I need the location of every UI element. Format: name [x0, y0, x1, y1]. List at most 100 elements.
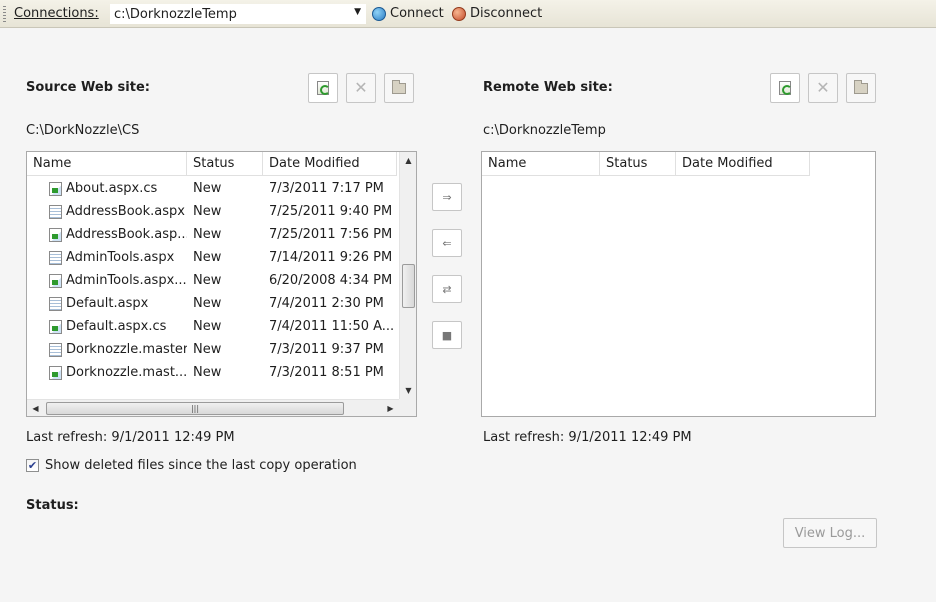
table-row[interactable]: Default.aspx.cs New 7/4/2011 11:50 A...	[27, 315, 397, 338]
copy-left-button[interactable]: ⇐	[432, 229, 462, 257]
table-row[interactable]: AdminTools.aspx New 7/14/2011 9:26 PM	[27, 246, 397, 269]
scroll-right-icon[interactable]: ▶	[382, 400, 399, 416]
show-deleted-checkbox[interactable]: ✔	[26, 459, 39, 472]
table-row[interactable]: About.aspx.cs New 7/3/2011 7:17 PM	[27, 177, 397, 200]
connect-icon	[372, 6, 386, 21]
file-status: New	[193, 250, 222, 265]
file-name: AdminTools.aspx	[66, 250, 175, 265]
disconnect-icon	[452, 6, 466, 21]
file-name: Default.aspx.cs	[66, 319, 167, 334]
sync-icon: ⇄	[442, 282, 452, 296]
disconnect-button[interactable]: Disconnect	[452, 6, 542, 21]
file-date: 6/20/2008 4:34 PM	[269, 273, 393, 288]
source-last-refresh: Last refresh: 9/1/2011 12:49 PM	[26, 430, 235, 445]
table-row[interactable]: Default.aspx New 7/4/2011 2:30 PM	[27, 292, 397, 315]
copy-left-icon: ⇐	[442, 236, 452, 250]
file-name: Dorknozzle.mast...	[66, 365, 187, 380]
file-status: New	[193, 227, 222, 242]
source-refresh-button[interactable]	[308, 73, 338, 103]
vertical-scrollbar[interactable]: ▲ ▼	[399, 152, 416, 399]
column-status[interactable]: Status	[600, 152, 676, 176]
source-delete-button[interactable]: ✕	[346, 73, 376, 103]
show-deleted-label[interactable]: Show deleted files since the last copy o…	[45, 458, 357, 473]
sync-button[interactable]: ⇄	[432, 275, 462, 303]
refresh-icon	[317, 81, 330, 95]
cs-file-icon	[49, 365, 62, 380]
scroll-left-icon[interactable]: ◀	[27, 400, 44, 416]
source-site-title: Source Web site:	[26, 80, 150, 95]
source-open-folder-button[interactable]	[384, 73, 414, 103]
source-file-list[interactable]: Name Status Date Modified About.aspx.cs …	[26, 151, 417, 417]
file-status: New	[193, 319, 222, 334]
file-date: 7/4/2011 2:30 PM	[269, 296, 384, 311]
delete-icon: ✕	[816, 78, 830, 97]
file-status: New	[193, 273, 222, 288]
remote-open-folder-button[interactable]	[846, 73, 876, 103]
stop-button[interactable]: ■	[432, 321, 462, 349]
column-date-modified[interactable]: Date Modified	[676, 152, 810, 176]
aspx-page-icon	[49, 250, 62, 265]
delete-icon: ✕	[354, 78, 368, 97]
connect-button[interactable]: Connect	[372, 6, 444, 21]
cs-file-icon	[49, 273, 62, 288]
cs-file-icon	[49, 181, 62, 196]
file-status: New	[193, 204, 222, 219]
file-date: 7/25/2011 7:56 PM	[269, 227, 393, 242]
folder-icon	[854, 79, 868, 94]
remote-delete-button[interactable]: ✕	[808, 73, 838, 103]
status-label: Status:	[26, 498, 79, 513]
horizontal-scrollbar[interactable]: ◀ ||| ▶	[27, 399, 399, 416]
table-row[interactable]: Dorknozzle.mast... New 7/3/2011 8:51 PM	[27, 361, 397, 384]
table-row[interactable]: AddressBook.asp... New 7/25/2011 7:56 PM	[27, 223, 397, 246]
file-name: Dorknozzle.master	[66, 342, 187, 357]
file-status: New	[193, 181, 222, 196]
file-name: About.aspx.cs	[66, 181, 158, 196]
folder-icon	[392, 79, 406, 94]
remote-file-list[interactable]: Name Status Date Modified	[481, 151, 876, 417]
column-date-modified[interactable]: Date Modified	[263, 152, 397, 176]
copy-right-button[interactable]: ⇒	[432, 183, 462, 211]
connections-value: c:\DorknozzleTemp	[114, 7, 237, 22]
remote-last-refresh: Last refresh: 9/1/2011 12:49 PM	[483, 430, 692, 445]
remote-list-header: Name Status Date Modified	[482, 152, 810, 176]
copy-right-icon: ⇒	[442, 190, 452, 204]
remote-path: c:\DorknozzleTemp	[483, 123, 606, 138]
scrollbar-corner	[399, 399, 416, 416]
file-date: 7/14/2011 9:26 PM	[269, 250, 393, 265]
aspx-page-icon	[49, 204, 62, 219]
remote-refresh-button[interactable]	[770, 73, 800, 103]
file-date: 7/25/2011 9:40 PM	[269, 204, 393, 219]
connect-label: Connect	[390, 6, 444, 21]
cs-file-icon	[49, 227, 62, 242]
view-log-button[interactable]: View Log...	[783, 518, 877, 548]
remote-site-title: Remote Web site:	[483, 80, 613, 95]
file-status: New	[193, 342, 222, 357]
table-row[interactable]: Dorknozzle.master New 7/3/2011 9:37 PM	[27, 338, 397, 361]
file-status: New	[193, 296, 222, 311]
file-date: 7/3/2011 9:37 PM	[269, 342, 384, 357]
aspx-page-icon	[49, 296, 62, 311]
column-name[interactable]: Name	[27, 152, 187, 176]
stop-icon: ■	[441, 328, 453, 342]
file-name: AddressBook.asp...	[66, 227, 187, 242]
file-date: 7/4/2011 11:50 A...	[269, 319, 395, 334]
chevron-down-icon[interactable]: ▼	[354, 7, 361, 17]
connections-label: Connections:	[14, 6, 99, 21]
source-list-header: Name Status Date Modified	[27, 152, 397, 176]
file-name: AddressBook.aspx	[66, 204, 185, 219]
file-name: Default.aspx	[66, 296, 149, 311]
column-status[interactable]: Status	[187, 152, 263, 176]
file-status: New	[193, 365, 222, 380]
scroll-thumb-horizontal[interactable]: |||	[46, 402, 344, 415]
file-date: 7/3/2011 8:51 PM	[269, 365, 384, 380]
column-name[interactable]: Name	[482, 152, 600, 176]
table-row[interactable]: AddressBook.aspx New 7/25/2011 9:40 PM	[27, 200, 397, 223]
cs-file-icon	[49, 319, 62, 334]
connections-combobox[interactable]: c:\DorknozzleTemp ▼	[110, 4, 366, 24]
scroll-down-icon[interactable]: ▼	[400, 382, 416, 399]
toolbar-grip[interactable]	[3, 6, 6, 22]
table-row[interactable]: AdminTools.aspx... New 6/20/2008 4:34 PM	[27, 269, 397, 292]
checkmark-icon: ✔	[27, 459, 38, 472]
scroll-up-icon[interactable]: ▲	[400, 152, 416, 169]
scroll-thumb[interactable]	[402, 264, 415, 308]
